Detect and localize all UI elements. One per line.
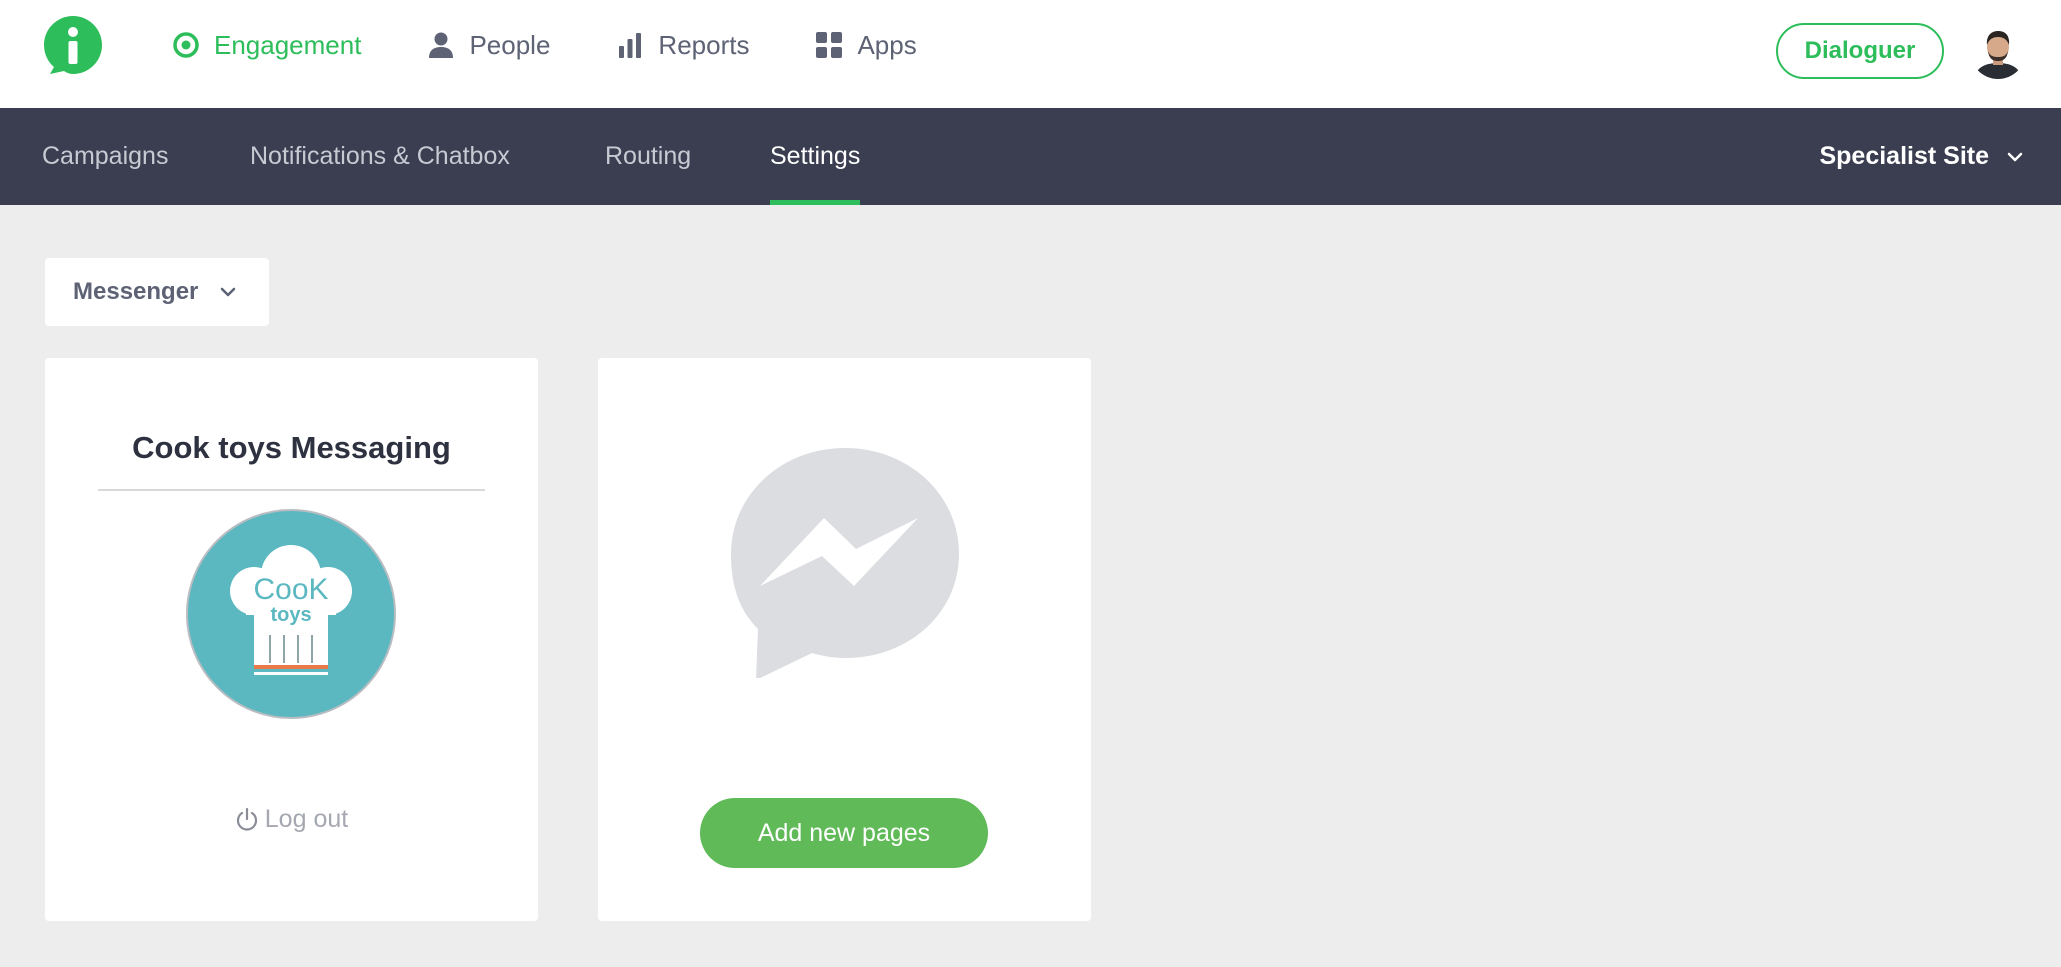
tab-label: Routing <box>605 142 692 170</box>
nav-item-label: Reports <box>658 29 750 60</box>
power-icon <box>236 807 257 831</box>
top-navigation-bar: Engagement People Reports Apps Dialoguer <box>0 0 2061 108</box>
tab-label: Campaigns <box>42 142 169 170</box>
messenger-icon <box>731 448 959 678</box>
grid-icon <box>816 32 843 58</box>
logout-label: Log out <box>264 805 349 833</box>
site-selector[interactable]: Specialist Site <box>1819 108 2023 205</box>
channel-select[interactable]: Messenger <box>45 258 269 326</box>
tab-label: Notifications & Chatbox <box>250 142 510 170</box>
page-name: Cook toys Messaging <box>132 430 451 465</box>
target-icon <box>173 32 199 58</box>
tab-campaigns[interactable]: Campaigns <box>42 108 168 205</box>
nav-item-engagement[interactable]: Engagement <box>172 30 361 61</box>
channel-select-value: Messenger <box>73 278 199 305</box>
nav-item-reports[interactable]: Reports <box>616 30 749 61</box>
tab-label: Settings <box>770 142 861 170</box>
chevron-down-icon <box>221 287 236 297</box>
dialoguer-button[interactable]: Dialoguer <box>1776 23 1944 79</box>
add-page-card: Add new pages <box>598 358 1091 921</box>
user-avatar[interactable] <box>1970 23 2026 79</box>
nav-item-apps[interactable]: Apps <box>815 29 917 61</box>
page-logo: CooK toys <box>186 509 396 719</box>
logout-link[interactable]: Log out <box>45 805 538 834</box>
chevron-down-icon <box>2007 152 2023 161</box>
nav-item-people[interactable]: People <box>427 30 550 61</box>
nav-item-label: Apps <box>857 29 917 60</box>
sub-navigation-bar: Campaigns Notifications & Chatbox Routin… <box>0 108 2061 205</box>
nav-item-label: People <box>469 29 551 60</box>
bar-chart-icon <box>619 33 642 58</box>
add-new-pages-button[interactable]: Add new pages <box>700 798 988 868</box>
connected-page-card: Cook toys Messaging CooK toys Log out <box>45 358 538 921</box>
logo-text-line1: CooK <box>253 573 328 606</box>
tab-notifications-chatbox[interactable]: Notifications & Chatbox <box>250 108 510 205</box>
tab-routing[interactable]: Routing <box>605 108 691 205</box>
nav-item-label: Engagement <box>214 29 362 60</box>
main-nav: Engagement People Reports Apps <box>172 0 983 90</box>
logo-text-line2: toys <box>270 604 311 626</box>
divider <box>98 489 485 491</box>
person-icon <box>429 32 454 58</box>
site-selector-value: Specialist Site <box>1819 142 1989 170</box>
tab-settings[interactable]: Settings <box>770 108 861 205</box>
brand-logo-icon[interactable] <box>42 14 104 76</box>
